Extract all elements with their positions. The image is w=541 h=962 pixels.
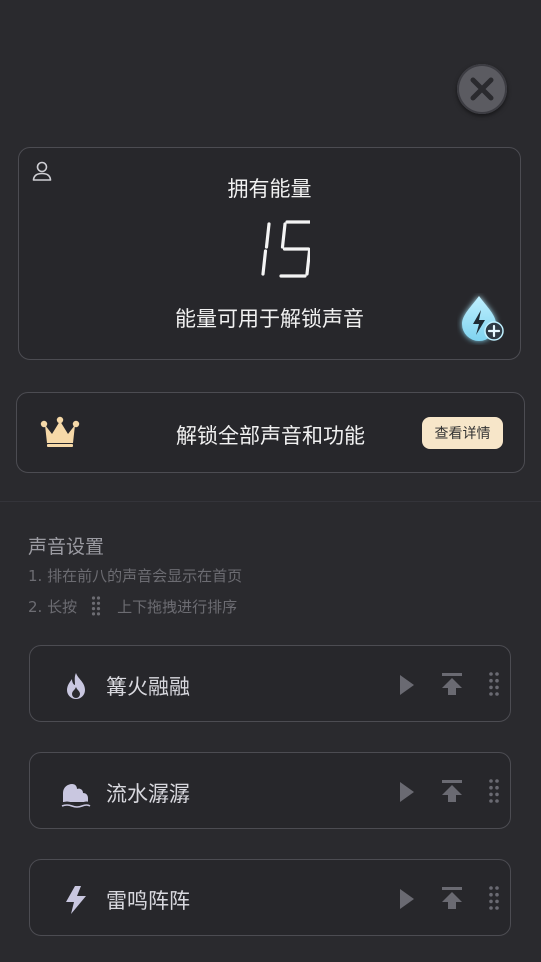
add-energy-button[interactable] — [457, 293, 507, 345]
hint-drag-sort: 2. 长按 上下拖拽进行排序 — [28, 595, 237, 617]
lightning-icon — [66, 886, 86, 914]
energy-value-display — [260, 220, 314, 278]
divider — [0, 501, 541, 502]
digit-segment — [264, 222, 271, 249]
drag-handle-icon[interactable] — [488, 671, 500, 697]
digit-segment — [304, 249, 311, 276]
drag-handle-icon — [91, 596, 101, 616]
hint-drag-suffix: 上下拖拽进行排序 — [117, 597, 238, 616]
energy-card: 拥有能量 15 能量可用于解锁声音 — [18, 147, 521, 360]
digit-segment — [280, 222, 287, 249]
hint-drag-prefix: 2. 长按 — [28, 597, 78, 616]
premium-card[interactable]: 解锁全部声音和功能 查看详情 — [16, 392, 525, 473]
water-icon — [61, 784, 91, 808]
digit-segment — [260, 249, 267, 276]
sound-row-fire[interactable]: 篝火融融 — [29, 645, 511, 722]
section-title: 声音设置 — [28, 536, 105, 558]
sound-name: 篝火融融 — [106, 675, 190, 699]
view-details-button[interactable]: 查看详情 — [422, 417, 503, 449]
drag-handle-icon[interactable] — [488, 885, 500, 911]
fire-icon — [67, 673, 85, 699]
hint-top-eight: 1. 排在前八的声音会显示在首页 — [28, 567, 243, 585]
pin-to-top-icon[interactable] — [440, 671, 464, 697]
sound-name: 雷鸣阵阵 — [106, 889, 190, 913]
close-icon — [470, 77, 494, 101]
energy-value: 15 — [19, 220, 520, 290]
pin-to-top-icon[interactable] — [440, 885, 464, 911]
sound-row-thunder[interactable]: 雷鸣阵阵 — [29, 859, 511, 936]
pin-to-top-icon[interactable] — [440, 778, 464, 804]
sound-row-water[interactable]: 流水潺潺 — [29, 752, 511, 829]
energy-title: 拥有能量 — [227, 177, 312, 201]
energy-description: 能量可用于解锁声音 — [175, 307, 364, 331]
play-icon[interactable] — [397, 779, 417, 805]
play-icon[interactable] — [397, 672, 417, 698]
sound-name: 流水潺潺 — [106, 782, 190, 806]
play-icon[interactable] — [397, 886, 417, 912]
close-button[interactable] — [457, 64, 507, 114]
drag-handle-icon[interactable] — [488, 778, 500, 804]
